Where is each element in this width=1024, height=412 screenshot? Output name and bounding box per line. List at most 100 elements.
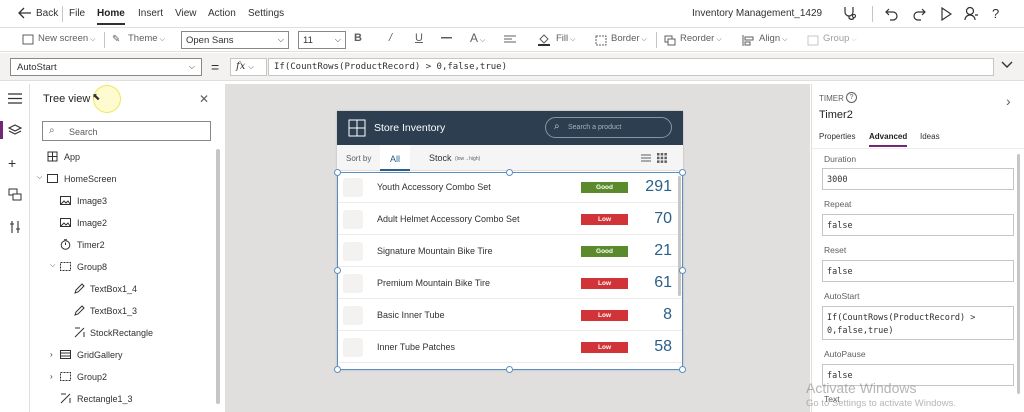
list-view-icon[interactable] <box>641 154 651 162</box>
data-icon[interactable] <box>8 188 22 201</box>
product-row[interactable]: Basic Inner Tube Low 8 <box>337 300 683 331</box>
duration-input[interactable]: 3000 <box>822 168 1014 190</box>
resize-handle[interactable] <box>506 366 513 373</box>
help-icon[interactable]: ? <box>992 6 999 21</box>
strikethrough-button[interactable]: — <box>441 32 452 44</box>
control-type-label: TIMER <box>819 94 844 103</box>
grid-view-icon[interactable] <box>657 153 667 163</box>
font-color-button[interactable]: A ⌵ <box>470 31 485 45</box>
property-dropdown[interactable]: AutoStart ⌵ <box>10 58 202 76</box>
timer-icon <box>60 239 71 250</box>
tree-node-textbox1-4[interactable]: TextBox1_4 <box>33 281 218 297</box>
chevron-down-icon: ⌵ <box>277 35 284 44</box>
resize-handle[interactable] <box>334 267 341 274</box>
props-scrollbar[interactable] <box>1017 154 1020 394</box>
tree-node-app[interactable]: App <box>33 149 218 165</box>
theme-button[interactable]: Theme ⌵ <box>128 33 165 44</box>
product-gallery[interactable]: Youth Accessory Combo Set Good 291 Adult… <box>337 172 683 370</box>
product-row[interactable]: Premium Mountain Bike Tire Low 61 <box>337 268 683 299</box>
resize-handle[interactable] <box>679 366 686 373</box>
left-rail: + <box>0 84 30 412</box>
expand-formula-icon[interactable] <box>1000 59 1014 71</box>
active-indicator <box>0 121 3 139</box>
align-icon <box>742 35 754 46</box>
tree-node-gridgallery[interactable]: › GridGallery <box>33 347 218 363</box>
resize-handle[interactable] <box>679 169 686 176</box>
tree-node-rectangle1-3[interactable]: Rectangle1_3 <box>33 391 218 407</box>
font-size-dropdown[interactable]: 11 ⌵ <box>298 31 346 49</box>
font-dropdown[interactable]: Open Sans ⌵ <box>181 31 289 49</box>
tree-node-image2[interactable]: Image2 <box>33 215 218 231</box>
tools-icon[interactable] <box>9 220 21 234</box>
border-label: Border <box>611 33 640 44</box>
new-screen-icon <box>22 34 34 45</box>
plus-icon[interactable]: + <box>8 155 16 171</box>
tree-search-input[interactable]: ⌕ Search <box>42 121 211 141</box>
reorder-button[interactable]: Reorder ⌵ <box>680 33 722 44</box>
tab-properties[interactable]: Properties <box>819 132 855 141</box>
tree-node-stockrectangle[interactable]: StockRectangle <box>33 325 218 341</box>
duration-label: Duration <box>824 154 857 164</box>
tree-node-homescreen[interactable]: ⌵ HomeScreen <box>33 171 218 187</box>
bold-button[interactable]: B <box>354 32 362 44</box>
undo-icon[interactable] <box>885 7 899 21</box>
share-user-icon[interactable] <box>964 6 978 21</box>
product-row[interactable]: Inner Tube Patches Low 58 <box>337 332 683 363</box>
product-search-input[interactable]: ⌕ Search a product <box>545 117 672 138</box>
resize-handle[interactable] <box>334 169 341 176</box>
close-icon[interactable]: ✕ <box>199 92 209 106</box>
menu-file[interactable]: File <box>69 8 85 19</box>
menu-home[interactable]: Home <box>97 8 125 25</box>
underline-button[interactable]: U <box>415 32 423 44</box>
tree-node-group2[interactable]: › Group2 <box>33 369 218 385</box>
menu-view[interactable]: View <box>175 8 197 19</box>
back-arrow-icon[interactable] <box>18 7 32 19</box>
help-circle-icon[interactable]: ? <box>846 92 857 103</box>
repeat-input[interactable]: false <box>822 214 1014 236</box>
text-align-icon[interactable] <box>504 35 516 45</box>
tree-scrollbar[interactable] <box>216 149 220 404</box>
fill-label: Fill <box>556 33 569 44</box>
product-row[interactable]: Youth Accessory Combo Set Good 291 <box>337 172 683 203</box>
group-button[interactable]: Group ⌵ <box>823 33 857 44</box>
resize-handle[interactable] <box>679 267 686 274</box>
redo-icon[interactable] <box>912 7 926 21</box>
resize-handle[interactable] <box>334 366 341 373</box>
tab-ideas[interactable]: Ideas <box>920 132 940 141</box>
layers-icon[interactable] <box>8 124 22 137</box>
new-screen-button[interactable]: New screen ⌵ <box>38 33 95 44</box>
menu-settings[interactable]: Settings <box>248 8 284 19</box>
tree-node-image3[interactable]: Image3 <box>33 193 218 209</box>
reset-input[interactable]: false <box>822 260 1014 282</box>
group-label: Group <box>823 33 850 44</box>
fx-button[interactable]: fx ⌵ <box>230 58 267 76</box>
shape-icon <box>60 393 71 404</box>
app-header: Store Inventory ⌕ Search a product <box>337 111 683 145</box>
product-row[interactable]: Signature Mountain Bike Tire Good 21 <box>337 236 683 267</box>
border-button[interactable]: Border ⌵ <box>611 33 647 44</box>
formula-input[interactable]: If(CountRows(ProductRecord) > 0,false,tr… <box>268 58 994 76</box>
resize-handle[interactable] <box>506 169 513 176</box>
fill-button[interactable]: Fill ⌵ <box>556 33 575 44</box>
new-screen-label: New screen <box>38 33 89 44</box>
tree-node-textbox1-3[interactable]: TextBox1_3 <box>33 303 218 319</box>
stethoscope-icon[interactable] <box>842 6 856 22</box>
gallery-scrollbar[interactable] <box>678 176 681 296</box>
play-icon[interactable] <box>940 7 952 21</box>
tree-node-group8[interactable]: ⌵ Group8 <box>33 259 218 275</box>
tree-view-title: Tree view <box>43 93 91 105</box>
product-row[interactable]: Adult Helmet Accessory Combo Set Low 70 <box>337 204 683 235</box>
tab-advanced[interactable]: Advanced <box>869 132 908 147</box>
tab-stock[interactable]: Stock <box>429 153 452 163</box>
autostart-input[interactable]: If(CountRows(ProductRecord) > 0,false,tr… <box>822 306 1014 340</box>
italic-button[interactable]: / <box>389 32 392 44</box>
menu-action[interactable]: Action <box>208 8 236 19</box>
align-button[interactable]: Align ⌵ <box>759 33 787 44</box>
chevron-right-icon[interactable]: › <box>1006 93 1011 109</box>
menu-insert[interactable]: Insert <box>138 8 163 19</box>
control-name[interactable]: Timer2 <box>819 109 853 121</box>
tab-all[interactable]: All <box>380 145 410 171</box>
back-button[interactable]: Back <box>36 8 58 19</box>
tree-node-timer2[interactable]: Timer2 <box>33 237 218 253</box>
hamburger-menu-icon[interactable] <box>8 93 22 104</box>
